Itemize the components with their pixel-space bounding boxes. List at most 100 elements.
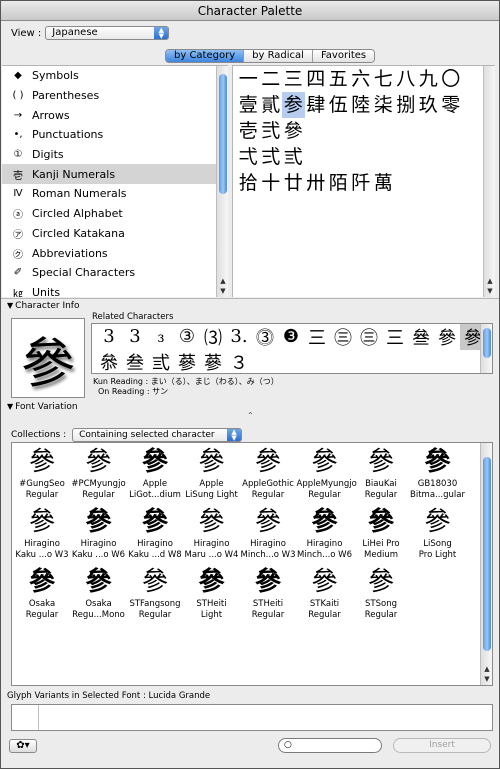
font-tile[interactable]: 參 Osaka Regular — [14, 565, 70, 621]
related-character[interactable]: 叄 — [408, 324, 434, 350]
related-character[interactable]: 三 — [304, 324, 330, 350]
kanji-cell[interactable]: 十 — [260, 170, 283, 196]
category-item[interactable]: ㋐ Circled Katakana — [2, 224, 228, 244]
font-tile[interactable]: 參 BiauKai Regular — [353, 445, 409, 501]
category-item[interactable]: ✐ Special Characters — [2, 263, 228, 283]
font-tile[interactable]: 參 Hiragino Kaku ...o W6 — [71, 505, 127, 561]
font-tile[interactable]: 參 AppleGothic Regular — [240, 445, 296, 501]
kanji-cell[interactable]: 拾 — [237, 170, 260, 196]
kanji-cell[interactable]: 参 — [282, 92, 305, 118]
related-character[interactable]: ㊂ — [356, 324, 382, 350]
character-info-header[interactable]: ▼ Character Info — [7, 301, 79, 311]
collections-select[interactable]: Containing selected character ▲ ▼ — [72, 428, 243, 442]
font-tile[interactable]: 參 STFangsong Regular — [127, 565, 183, 621]
category-item[interactable]: Ⅳ Roman Numerals — [2, 184, 228, 204]
font-scrollbar[interactable]: ▲ ▼ — [480, 443, 492, 685]
font-tile[interactable]: 參 #PCMyungjo Regular — [71, 445, 127, 501]
related-character[interactable]: ⓷ — [252, 324, 278, 350]
scroll-up-icon[interactable]: ▲ — [481, 665, 492, 673]
related-character[interactable]: 3 — [96, 326, 122, 347]
scroll-up-icon[interactable]: ▲ — [484, 277, 495, 285]
font-tile[interactable]: 參 STSong Regular — [353, 565, 409, 621]
kanji-cell[interactable]: 二 — [260, 66, 283, 92]
category-item[interactable]: •, Punctuations — [2, 125, 228, 145]
category-item[interactable]: ㎏ Units — [2, 283, 228, 297]
related-character[interactable]: 叁 — [122, 349, 148, 374]
kanji-cell[interactable]: 陸 — [350, 92, 373, 118]
category-item[interactable]: ⓐ Circled Alphabet — [2, 204, 228, 224]
kanji-cell[interactable]: 壱 — [237, 118, 260, 144]
font-tile[interactable]: 參 STHeiti Regular — [240, 565, 296, 621]
kanji-cell[interactable]: 玖 — [417, 92, 440, 118]
category-item[interactable]: ① Digits — [2, 145, 228, 165]
kanji-cell[interactable]: 萬 — [372, 170, 395, 196]
kanji-cell[interactable]: 捌 — [395, 92, 418, 118]
font-tile[interactable]: 參 Hiragino Minch...o W6 — [297, 505, 353, 561]
font-tile[interactable]: 參 LiHei Pro Medium — [353, 505, 409, 561]
category-item[interactable]: ( ) Parentheses — [2, 86, 228, 106]
kanji-cell[interactable]: 四 — [305, 66, 328, 92]
scroll-down-icon[interactable]: ▼ — [481, 675, 492, 683]
font-scroll-thumb[interactable] — [483, 457, 491, 651]
related-character[interactable]: ３ — [226, 349, 252, 374]
kanji-cell[interactable]: 廿 — [282, 170, 305, 196]
related-character[interactable]: ❸ — [278, 326, 304, 347]
tab-by-radical[interactable]: by Radical — [244, 50, 313, 62]
font-tile[interactable]: 參 Hiragino Minch...o W3 — [240, 505, 296, 561]
font-tile[interactable]: 參 GB18030 Bitma...gular — [410, 445, 466, 501]
kanji-cell[interactable]: 八 — [395, 66, 418, 92]
kanji-cell[interactable]: 弐 — [260, 118, 283, 144]
kanji-cell[interactable]: 參 — [282, 118, 305, 144]
scroll-down-icon[interactable]: ▼ — [217, 287, 228, 295]
font-tile[interactable]: 參 Hiragino Kaku ...d W8 — [127, 505, 183, 561]
related-character[interactable]: 弎 — [148, 349, 174, 374]
related-character[interactable]: 3 — [122, 326, 148, 347]
font-tile[interactable]: 參 Apple LiGot...dium — [127, 445, 183, 501]
font-tile[interactable]: 參 #GungSeo Regular — [14, 445, 70, 501]
font-tile[interactable]: 參 Hiragino Kaku ...o W3 — [14, 505, 70, 561]
pane-resize-handle-icon[interactable]: ⌃ — [247, 411, 254, 420]
insert-button[interactable]: Insert — [393, 738, 491, 753]
font-tile[interactable]: 參 STKaiti Regular — [297, 565, 353, 621]
category-item[interactable]: ㋗ Abbreviations — [2, 243, 228, 263]
font-tile[interactable]: 參 Hiragino Maru ...o W4 — [184, 505, 240, 561]
font-tile[interactable]: 參 AppleMyungjo Regular — [297, 445, 357, 501]
scroll-down-icon[interactable]: ▼ — [484, 287, 495, 295]
kanji-cell[interactable]: 柒 — [372, 92, 395, 118]
kanji-cell[interactable]: 弍 — [260, 144, 283, 170]
view-select[interactable]: Japanese ▲ ▼ — [45, 26, 170, 40]
kanji-cell[interactable]: 弎 — [282, 144, 305, 170]
related-character[interactable]: 叅 — [96, 349, 122, 374]
kanji-cell[interactable]: 五 — [327, 66, 350, 92]
related-character[interactable]: ⑶ — [200, 324, 226, 350]
kanji-cell[interactable]: 九 — [417, 66, 440, 92]
kanji-cell[interactable]: 一 — [237, 66, 260, 92]
category-item[interactable]: 壱 Kanji Numerals — [2, 164, 228, 185]
kanji-cell[interactable]: 伍 — [327, 92, 350, 118]
kanji-cell[interactable]: 三 — [282, 66, 305, 92]
category-item[interactable]: → Arrows — [2, 105, 228, 125]
related-scrollbar[interactable] — [480, 324, 492, 373]
font-tile[interactable]: 參 STHeiti Light — [184, 565, 240, 621]
kanji-cell[interactable]: 七 — [372, 66, 395, 92]
font-tile[interactable]: 參 Osaka Regu...Mono — [71, 565, 127, 621]
category-scrollbar[interactable]: ▲ ▼ — [216, 66, 228, 297]
kanji-cell[interactable]: 六 — [350, 66, 373, 92]
kanji-cell[interactable]: 零 — [440, 92, 463, 118]
category-item[interactable]: ◆ Symbols — [2, 66, 228, 86]
kanji-cell[interactable]: 〇 — [440, 66, 463, 92]
font-tile[interactable]: 參 LiSong Pro Light — [410, 505, 466, 561]
kanji-cell[interactable]: 壹 — [237, 92, 260, 118]
gear-menu-button[interactable]: ✿▾ — [9, 739, 37, 753]
related-character[interactable]: 3. — [226, 326, 252, 347]
related-character[interactable]: 蔘 — [174, 349, 200, 374]
category-scroll-thumb[interactable] — [219, 74, 227, 194]
related-character[interactable]: 蔘 — [200, 349, 226, 374]
tab-favorites[interactable]: Favorites — [312, 50, 375, 62]
related-character[interactable]: 三 — [382, 324, 408, 350]
related-character[interactable]: ㊂ — [330, 324, 356, 350]
glyph-variant-cell[interactable] — [12, 705, 39, 730]
font-tile[interactable]: 參 Apple LiSung Light — [184, 445, 240, 501]
related-character[interactable]: ③ — [174, 326, 200, 347]
kanji-cell[interactable]: 肆 — [305, 92, 328, 118]
